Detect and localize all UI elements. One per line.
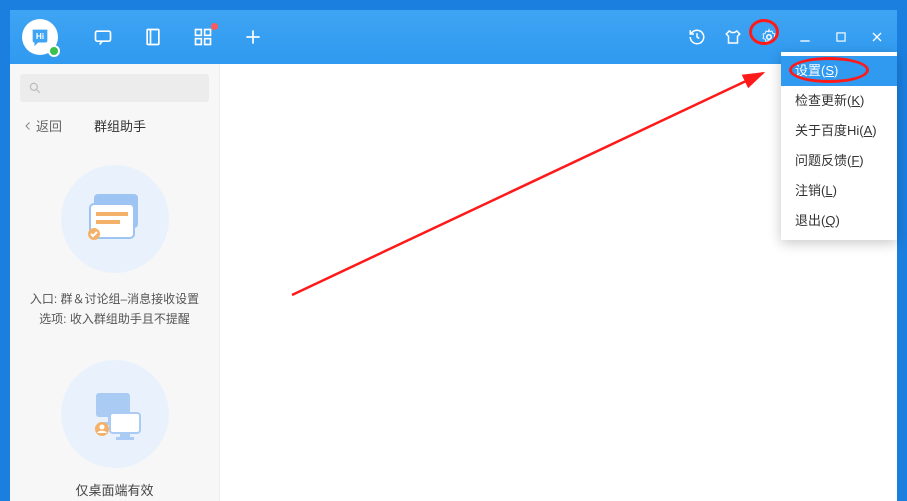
- feature1-line1: 入口: 群＆讨论组–消息接收设置: [30, 289, 199, 309]
- history-icon[interactable]: [683, 23, 711, 51]
- minimize-button[interactable]: [791, 23, 819, 51]
- settings-dropdown-menu: 设置(S)检查更新(K)关于百度Hi(A)问题反馈(F)注销(L)退出(Q): [781, 52, 897, 240]
- feature-block-2: 仅桌面端有效: [10, 360, 219, 499]
- menu-item-3[interactable]: 问题反馈(F): [781, 146, 897, 176]
- app-window: Hi: [10, 10, 897, 501]
- back-label: 返回: [36, 116, 62, 135]
- app-logo[interactable]: Hi: [22, 19, 58, 55]
- menu-item-1[interactable]: 检查更新(K): [781, 86, 897, 116]
- feature1-line2: 选项: 收入群组助手且不提醒: [30, 309, 199, 329]
- chat-icon[interactable]: [92, 26, 114, 48]
- apps-icon[interactable]: [192, 26, 214, 48]
- menu-item-2[interactable]: 关于百度Hi(A): [781, 116, 897, 146]
- search-box[interactable]: [20, 74, 209, 102]
- contacts-icon[interactable]: [142, 26, 164, 48]
- badge-dot: [211, 23, 218, 30]
- maximize-button[interactable]: [827, 23, 855, 51]
- menu-item-4[interactable]: 注销(L): [781, 176, 897, 206]
- status-dot-online: [48, 45, 60, 57]
- search-icon: [28, 81, 42, 95]
- page-title: 群组助手: [94, 116, 146, 135]
- sidebar: 返回 群组助手 入口: 群＆讨论组–消息接收设置 选项: 收入群组助手: [10, 64, 220, 501]
- svg-text:Hi: Hi: [36, 32, 44, 41]
- skin-icon[interactable]: [719, 23, 747, 51]
- chevron-left-icon: [22, 120, 34, 132]
- feature-icon-desktop: [61, 360, 169, 468]
- feature-block-1: 入口: 群＆讨论组–消息接收设置 选项: 收入群组助手且不提醒: [10, 165, 219, 330]
- feature-icon-doc: [61, 165, 169, 273]
- settings-gear-icon[interactable]: [755, 23, 783, 51]
- back-button[interactable]: 返回: [22, 116, 62, 135]
- feature2-text: 仅桌面端有效: [75, 480, 153, 499]
- title-bar: Hi: [10, 10, 897, 64]
- breadcrumb: 返回 群组助手: [10, 102, 219, 145]
- add-icon[interactable]: [242, 26, 264, 48]
- search-input[interactable]: [48, 81, 203, 95]
- menu-item-0[interactable]: 设置(S): [781, 56, 897, 86]
- menu-item-5[interactable]: 退出(Q): [781, 206, 897, 236]
- close-button[interactable]: [863, 23, 891, 51]
